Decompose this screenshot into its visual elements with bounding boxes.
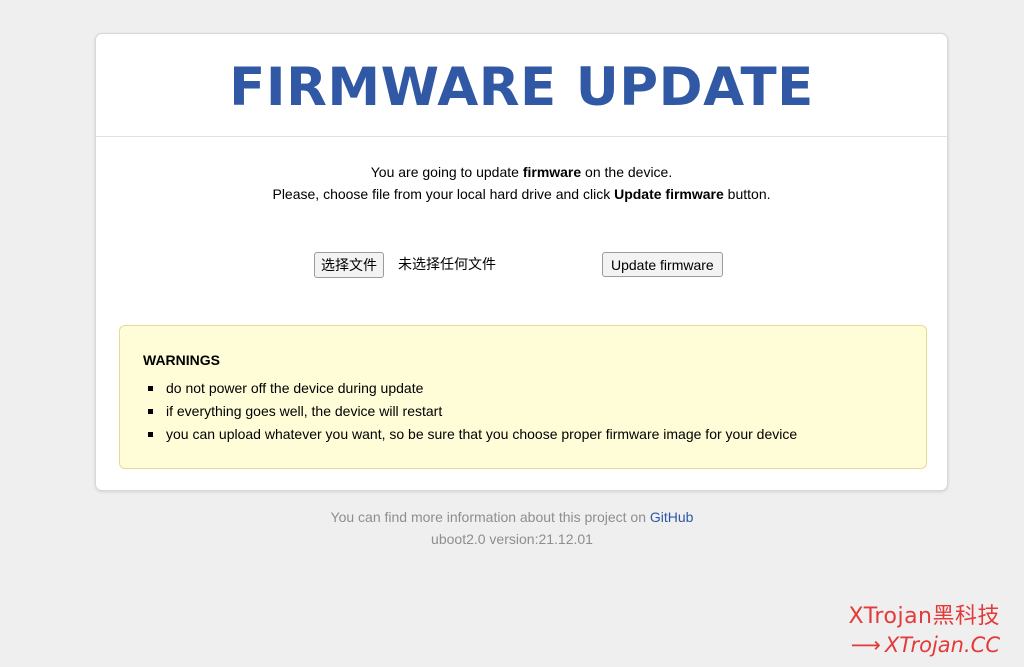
footer-info: You can find more information about this… [0, 506, 1024, 528]
watermark-line-2: ⟶ XTrojan.CC [849, 631, 1000, 659]
firmware-update-card: FIRMWARE UPDATE You are going to update … [95, 33, 948, 491]
warnings-box: WARNINGS do not power off the device dur… [119, 325, 927, 469]
intro-line-2: Please, choose file from your local hard… [96, 183, 947, 205]
card-header: FIRMWARE UPDATE [96, 34, 947, 137]
warning-item: you can upload whatever you want, so be … [143, 423, 904, 446]
square-bullet-icon [148, 409, 153, 414]
intro-line-2-post: button. [723, 186, 771, 202]
watermark: XTrojan黑科技 ⟶ XTrojan.CC [849, 603, 1000, 659]
no-file-chosen-text: 未选择任何文件 [398, 257, 496, 273]
warning-item: if everything goes well, the device will… [143, 400, 904, 423]
warnings-list: do not power off the device during updat… [143, 377, 904, 446]
square-bullet-icon [148, 386, 153, 391]
footer-info-text: You can find more information about this… [330, 509, 650, 525]
intro-line-1-post: on the device. [581, 164, 673, 180]
page-title: FIRMWARE UPDATE [229, 57, 814, 118]
arrow-right-icon: ⟶ [850, 633, 881, 657]
update-firmware-button[interactable]: Update firmware [602, 252, 723, 277]
intro-line-1-pre: You are going to update [370, 164, 523, 180]
version-text: uboot2.0 version:21.12.01 [431, 531, 593, 547]
watermark-line-1: XTrojan黑科技 [848, 604, 1000, 629]
intro-line-2-pre: Please, choose file from your local hard… [272, 186, 615, 202]
choose-file-button[interactable]: 选择文件 [314, 252, 384, 278]
upload-form: 选择文件 未选择任何文件 Update firmware [96, 252, 947, 280]
page: FIRMWARE UPDATE You are going to update … [0, 0, 1024, 667]
watermark-url: XTrojan.CC [884, 633, 1000, 657]
warning-item: do not power off the device during updat… [143, 377, 904, 400]
intro-text: You are going to update firmware on the … [96, 161, 947, 205]
warnings-title: WARNINGS [143, 352, 220, 368]
warning-item-text: do not power off the device during updat… [166, 380, 424, 396]
intro-line-1-bold: firmware [522, 164, 582, 180]
warning-item-text: you can upload whatever you want, so be … [166, 426, 798, 442]
square-bullet-icon [148, 432, 153, 437]
warning-item-text: if everything goes well, the device will… [166, 403, 443, 419]
intro-line-1: You are going to update firmware on the … [96, 161, 947, 183]
footer: You can find more information about this… [0, 506, 1024, 550]
github-link[interactable]: GitHub [650, 509, 694, 525]
intro-line-2-bold: Update firmware [614, 186, 724, 202]
